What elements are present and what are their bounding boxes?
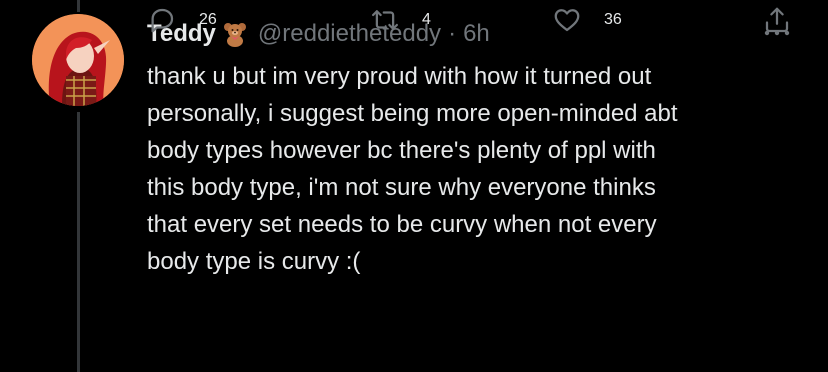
share-icon bbox=[762, 5, 792, 35]
separator-dot: · bbox=[448, 20, 457, 47]
reply-button[interactable]: 26 bbox=[147, 0, 217, 40]
retweet-icon bbox=[370, 5, 400, 35]
thread-line-bottom bbox=[77, 112, 80, 372]
thread-line-top bbox=[77, 0, 80, 12]
tweet-timestamp[interactable]: 6h bbox=[463, 20, 490, 48]
retweet-button[interactable]: 4 bbox=[370, 0, 431, 40]
heart-icon bbox=[552, 5, 582, 35]
retweet-count: 4 bbox=[422, 11, 431, 28]
avatar-image bbox=[32, 14, 124, 106]
avatar[interactable] bbox=[32, 14, 124, 106]
like-count: 36 bbox=[604, 11, 622, 28]
tweet-text: thank u but im very proud with how it tu… bbox=[147, 63, 678, 275]
teddy-bear-emoji-icon bbox=[222, 21, 248, 47]
share-button[interactable] bbox=[762, 0, 792, 40]
like-button[interactable]: 36 bbox=[552, 0, 622, 40]
reply-icon bbox=[147, 5, 177, 35]
reply-count: 26 bbox=[199, 11, 217, 28]
